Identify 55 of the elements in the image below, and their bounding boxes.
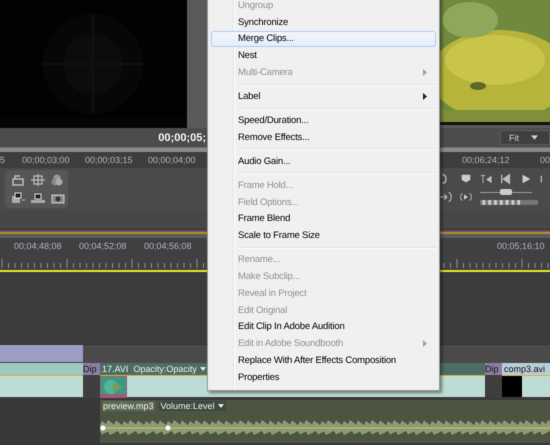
ruler-timecode: 00;00;03;15 — [85, 155, 134, 165]
slider-thumb[interactable] — [500, 189, 512, 195]
export-frame-icon[interactable] — [11, 192, 25, 204]
play-icon[interactable] — [520, 173, 532, 185]
video-clip[interactable] — [0, 345, 83, 362]
arrow-to-brace-icon[interactable] — [440, 191, 452, 203]
audio-clip[interactable]: preview.mp3 Volume:Level — [100, 400, 550, 443]
menu-item[interactable]: Speed/Duration... — [211, 112, 436, 129]
submenu-arrow-icon — [423, 93, 427, 100]
menu-item[interactable]: Audio Gain... — [211, 152, 436, 170]
menu-item[interactable]: Nest — [211, 47, 436, 64]
transition-block[interactable]: Dip — [83, 363, 100, 375]
clip-name: comp3.avi — [504, 364, 546, 374]
clip-name: preview.mp3 — [102, 401, 155, 411]
ruler-timecode: 00;00;04;00 — [148, 155, 197, 165]
camera-icon[interactable] — [51, 192, 65, 204]
step-forward-icon[interactable] — [540, 173, 544, 185]
zoom-dropdown[interactable]: Fit — [500, 130, 550, 145]
effect-menu[interactable]: Volume:Level — [158, 401, 226, 411]
menu-item[interactable]: Properties — [211, 368, 436, 386]
clip-name: 17.AVI — [102, 364, 128, 374]
menu-item[interactable]: Remove Effects... — [211, 128, 436, 146]
shuttle-slider[interactable] — [480, 192, 532, 198]
menu-item[interactable]: Replace With After Effects Composition — [211, 352, 436, 369]
menu-item[interactable]: Scale to Frame Size — [211, 227, 436, 244]
clip-thumbnail — [502, 376, 522, 397]
play-in-to-out-icon[interactable] — [460, 191, 472, 203]
transition-block[interactable]: Dip — [485, 363, 502, 375]
caret-icon — [531, 135, 538, 140]
ruler-timecode: 00;04;52;08 — [79, 241, 128, 253]
video-clip[interactable] — [0, 363, 83, 398]
ruler-timecode: 00 — [540, 155, 550, 165]
crop-icon[interactable] — [31, 174, 45, 186]
effect-menu[interactable]: Opacity:Opacity — [133, 364, 206, 374]
jog-wheel-icon[interactable] — [480, 200, 538, 205]
ruler-timecode: 00;04;56;08 — [144, 241, 193, 253]
submenu-arrow-icon — [423, 340, 427, 348]
timecode: 00;00;05; — [158, 132, 206, 144]
lift-icon[interactable] — [11, 174, 25, 186]
caret-icon — [218, 404, 224, 408]
color-circles-icon[interactable] — [51, 174, 65, 186]
overlay-icon[interactable] — [31, 192, 45, 204]
ruler-timecode: 00;00;03;00 — [22, 155, 71, 165]
menu-item[interactable]: Merge Clips... — [211, 30, 436, 48]
menu-item[interactable]: Edit Clip In Adobe Audition — [211, 318, 436, 336]
menu-item[interactable]: Label — [211, 88, 436, 105]
menu-item[interactable]: Synchronize — [211, 14, 436, 31]
ruler-timecode: 00;04;48;08 — [14, 241, 63, 253]
ruler-timecode: 5 — [0, 155, 6, 165]
go-to-in-icon[interactable] — [480, 173, 492, 185]
ruler-timecode: 00;06;24;12 — [462, 155, 511, 165]
marker-icon[interactable] — [460, 173, 472, 185]
submenu-arrow-icon — [423, 69, 427, 76]
step-back-icon[interactable] — [500, 173, 512, 185]
ruler-timecode: 00;05;16;10 — [497, 241, 546, 253]
